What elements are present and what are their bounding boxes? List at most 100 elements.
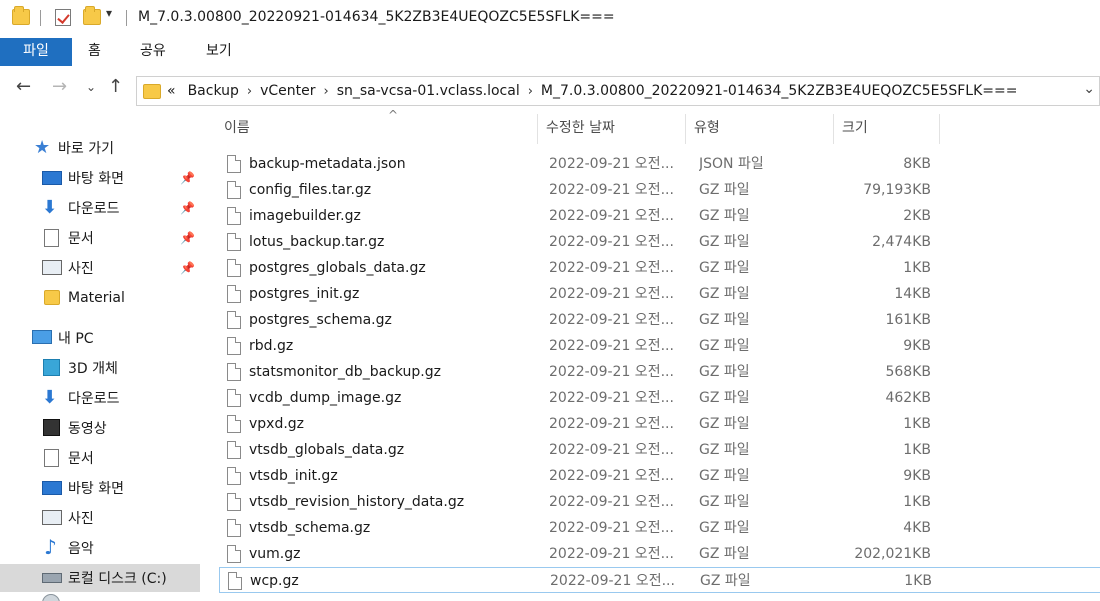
breadcrumb-vcenter[interactable]: vCenter [254, 83, 321, 99]
nav-music[interactable]: ♪ 음악 [0, 534, 200, 562]
nav-material-folder[interactable]: Material [0, 284, 200, 312]
nav-desktop-pinned[interactable]: 바탕 화면 📌 [0, 164, 200, 192]
file-icon [227, 311, 241, 329]
breadcrumb-overflow[interactable]: « [161, 83, 182, 99]
file-row[interactable]: wcp.gz 2022-09-21 오전... GZ 파일 1KB [219, 567, 1100, 593]
nav-documents-pinned[interactable]: 문서 📌 [0, 224, 200, 252]
column-header-type[interactable]: 유형 [686, 114, 834, 144]
file-row[interactable]: postgres_schema.gz 2022-09-21 오전... GZ 파일 1… [219, 307, 1100, 333]
file-row[interactable]: vtsdb_globals_data.gz 2022-09-21 오전... GZ … [219, 437, 1100, 463]
file-row[interactable]: postgres_init.gz 2022-09-21 오전... GZ 파일 14K… [219, 281, 1100, 307]
nav-quick-access[interactable]: ★ 바로 가기 [0, 134, 200, 162]
file-name: vcdb_dump_image.gz [249, 390, 402, 406]
breadcrumb-current-folder[interactable]: M_7.0.3.00800_20220921-014634_5K2ZB3E4UE… [535, 83, 1024, 99]
file-row[interactable]: vtsdb_init.gz 2022-09-21 오전... GZ 파일 9KB [219, 463, 1100, 489]
nav-label: 동영상 [68, 421, 107, 437]
address-dropdown-icon[interactable]: ⌄ [1083, 81, 1095, 97]
file-row[interactable]: imagebuilder.gz 2022-09-21 오전... GZ 파일 2KB [219, 203, 1100, 229]
file-date: 2022-09-21 오전... [549, 364, 674, 380]
file-row[interactable]: vtsdb_revision_history_data.gz 2022-09-21… [219, 489, 1100, 515]
ribbon-tabs: 파일 홈 공유 보기 [0, 38, 1100, 66]
file-icon [228, 572, 242, 590]
file-row[interactable]: config_files.tar.gz 2022-09-21 오전... GZ 파일… [219, 177, 1100, 203]
nav-documents[interactable]: 문서 [0, 444, 200, 472]
file-name: postgres_schema.gz [249, 312, 392, 328]
nav-desktop[interactable]: 바탕 화면 [0, 474, 200, 502]
navigation-bar: ← → ⌄ ↑ « Backup › vCenter › sn_sa-vcsa-… [0, 66, 1100, 114]
file-name: postgres_globals_data.gz [249, 260, 426, 276]
file-row[interactable]: lotus_backup.tar.gz 2022-09-21 오전... GZ 파일… [219, 229, 1100, 255]
file-size: 2,474KB [872, 234, 931, 250]
file-row[interactable]: backup-metadata.json 2022-09-21 오전... JSON… [219, 151, 1100, 177]
nav-label: 내 PC [58, 331, 94, 347]
tab-share[interactable]: 공유 [140, 38, 166, 66]
file-row[interactable]: vum.gz 2022-09-21 오전... GZ 파일 202,021KB [219, 541, 1100, 567]
up-arrow-icon[interactable]: ↑ [108, 76, 123, 97]
file-size: 14KB [894, 286, 931, 302]
breadcrumb-chevron-icon[interactable]: › [526, 84, 535, 99]
file-row[interactable]: postgres_globals_data.gz 2022-09-21 오전...… [219, 255, 1100, 281]
file-row[interactable]: vcdb_dump_image.gz 2022-09-21 오전... GZ 파일 4… [219, 385, 1100, 411]
properties-check-icon[interactable] [55, 9, 71, 26]
file-row[interactable]: vtsdb_schema.gz 2022-09-21 오전... GZ 파일 4KB [219, 515, 1100, 541]
forward-arrow-icon[interactable]: → [52, 76, 67, 97]
nav-this-pc[interactable]: 내 PC [0, 324, 200, 352]
quick-access-dropdown-icon[interactable]: ▾ [106, 6, 112, 20]
file-date: 2022-09-21 오전... [550, 573, 675, 589]
tab-view[interactable]: 보기 [206, 38, 232, 66]
file-type: GZ 파일 [699, 416, 750, 432]
file-icon [227, 285, 241, 303]
nav-next-drive-partial[interactable] [0, 594, 200, 601]
nav-label: 음악 [68, 541, 94, 557]
file-row[interactable]: vpxd.gz 2022-09-21 오전... GZ 파일 1KB [219, 411, 1100, 437]
file-row[interactable]: rbd.gz 2022-09-21 오전... GZ 파일 9KB [219, 333, 1100, 359]
breadcrumb-host[interactable]: sn_sa-vcsa-01.vclass.local [331, 83, 526, 99]
breadcrumb-chevron-icon[interactable]: › [322, 84, 331, 99]
nav-3d-objects[interactable]: 3D 개체 [0, 354, 200, 382]
new-folder-icon[interactable] [83, 6, 101, 25]
column-header-date[interactable]: 수정한 날짜 [538, 114, 686, 144]
window-title: M_7.0.3.00800_20220921-014634_5K2ZB3E4UE… [138, 9, 615, 25]
folder-icon [44, 290, 60, 305]
nav-downloads-pinned[interactable]: ⬇ 다운로드 📌 [0, 194, 200, 222]
pin-icon[interactable]: 📌 [180, 231, 195, 245]
breadcrumb-chevron-icon[interactable]: › [245, 84, 254, 99]
file-name: backup-metadata.json [249, 156, 406, 172]
file-type: GZ 파일 [699, 208, 750, 224]
file-date: 2022-09-21 오전... [549, 312, 674, 328]
nav-videos[interactable]: 동영상 [0, 414, 200, 442]
pc-icon [32, 330, 52, 344]
sort-ascending-icon: ^ [388, 108, 399, 122]
address-bar[interactable]: « Backup › vCenter › sn_sa-vcsa-01.vclas… [136, 76, 1100, 106]
file-icon [227, 545, 241, 563]
nav-pictures[interactable]: 사진 [0, 504, 200, 532]
file-icon [227, 415, 241, 433]
column-header-name[interactable]: 이름 [216, 114, 538, 144]
file-icon [227, 259, 241, 277]
back-arrow-icon[interactable]: ← [16, 76, 31, 97]
nav-label: 로컬 디스크 (C:) [68, 571, 167, 587]
file-type: GZ 파일 [699, 286, 750, 302]
3d-objects-icon [43, 359, 60, 376]
file-size: 9KB [903, 468, 931, 484]
tab-home[interactable]: 홈 [88, 38, 101, 66]
file-name: vtsdb_globals_data.gz [249, 442, 405, 458]
nav-local-disk-c[interactable]: 로컬 디스크 (C:) [0, 564, 200, 592]
folder-icon [143, 83, 161, 99]
breadcrumb-backup[interactable]: Backup [182, 83, 245, 99]
desktop-icon [42, 171, 62, 185]
nav-pictures-pinned[interactable]: 사진 📌 [0, 254, 200, 282]
nav-label: 바탕 화면 [68, 481, 124, 497]
recent-locations-chevron-icon[interactable]: ⌄ [86, 80, 96, 94]
file-icon [227, 337, 241, 355]
column-header-size[interactable]: 크기 [834, 114, 940, 144]
file-row[interactable]: statsmonitor_db_backup.gz 2022-09-21 오전..… [219, 359, 1100, 385]
tab-file[interactable]: 파일 [0, 38, 72, 66]
pin-icon[interactable]: 📌 [180, 201, 195, 215]
pin-icon[interactable]: 📌 [180, 171, 195, 185]
folder-icon [12, 6, 30, 25]
nav-label: 다운로드 [68, 201, 120, 217]
pin-icon[interactable]: 📌 [180, 261, 195, 275]
nav-downloads[interactable]: ⬇ 다운로드 [0, 384, 200, 412]
file-name: config_files.tar.gz [249, 182, 372, 198]
